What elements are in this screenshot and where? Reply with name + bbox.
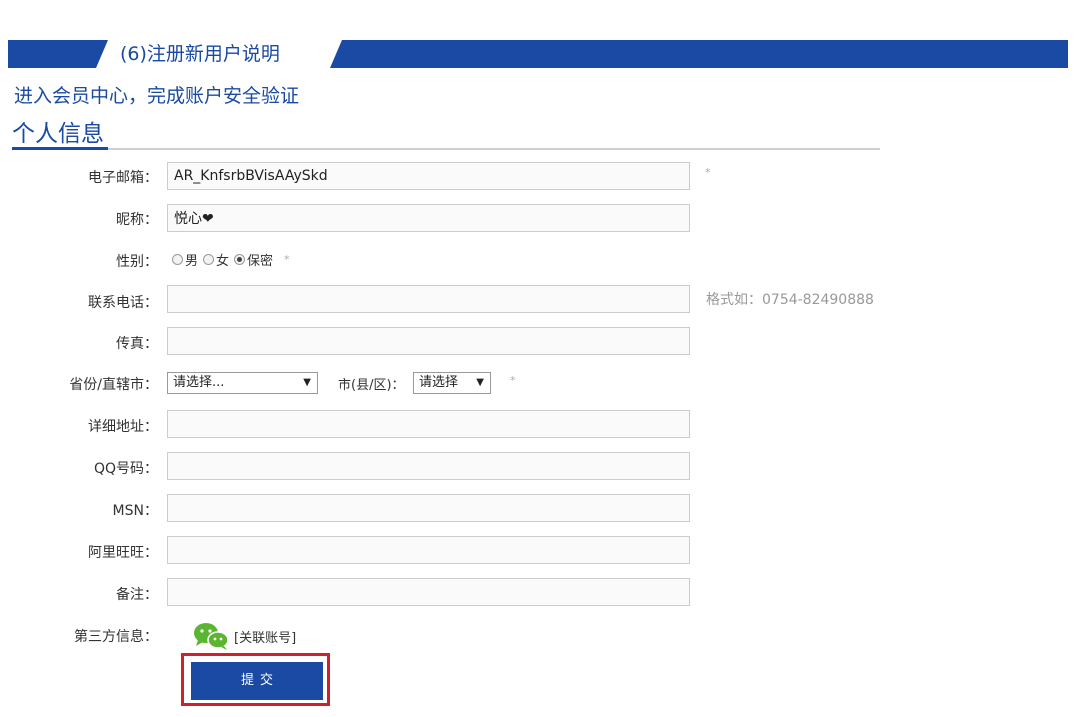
banner-title: (6)注册新用户说明 xyxy=(120,43,280,65)
qq-field[interactable] xyxy=(167,452,690,480)
gender-option-male: 男 xyxy=(185,253,199,269)
aliwangwang-label: 阿里旺旺： xyxy=(88,545,158,561)
address-label: 详细地址： xyxy=(88,419,158,435)
aliwangwang-field[interactable] xyxy=(167,536,690,564)
province-chevron-down-icon: ▼ xyxy=(303,377,311,388)
nickname-field[interactable] xyxy=(167,204,690,232)
city-select[interactable]: 请选择 ▼ xyxy=(413,372,491,394)
phone-field[interactable] xyxy=(167,285,690,313)
qq-label: QQ号码： xyxy=(93,461,158,477)
email-required-mark: * xyxy=(705,166,711,179)
nickname-label: 昵称： xyxy=(116,212,158,228)
gender-required-mark: * xyxy=(284,252,290,266)
link-account-link[interactable]: [关联账号] xyxy=(234,627,296,646)
third-party-label: 第三方信息： xyxy=(74,629,158,645)
fax-label: 传真： xyxy=(116,336,158,352)
city-selected-value: 请选择 xyxy=(419,375,459,390)
section-title: 个人信息 xyxy=(12,121,104,147)
city-chevron-down-icon: ▼ xyxy=(476,377,484,388)
province-select[interactable]: 请选择... ▼ xyxy=(167,372,318,394)
section-divider xyxy=(12,148,880,150)
gender-radio-secret[interactable] xyxy=(234,253,246,265)
gender-option-female: 女 xyxy=(216,253,230,269)
remark-label: 备注： xyxy=(116,587,158,603)
wechat-icon[interactable] xyxy=(193,621,229,651)
province-selected-value: 请选择... xyxy=(173,375,225,390)
gender-radio-group: 男 女 保密 * xyxy=(172,250,290,269)
province-label: 省份/直辖市： xyxy=(69,377,158,393)
city-label: 市(县/区)： xyxy=(338,378,405,393)
address-field[interactable] xyxy=(167,410,690,438)
gender-radio-male[interactable] xyxy=(172,253,183,265)
msn-label: MSN： xyxy=(112,503,158,519)
section-divider-accent xyxy=(12,147,108,150)
gender-option-secret: 保密 xyxy=(247,253,274,269)
gender-label: 性别： xyxy=(116,254,158,270)
email-label: 电子邮箱： xyxy=(88,170,158,186)
gender-radio-female[interactable] xyxy=(203,253,215,265)
remark-field[interactable] xyxy=(167,578,690,606)
submit-button[interactable]: 提交 xyxy=(191,662,323,700)
title-banner: (6)注册新用户说明 xyxy=(8,40,1068,68)
phone-format-hint: 格式如：0754-82490888 xyxy=(706,292,874,308)
phone-label: 联系电话： xyxy=(88,295,158,311)
city-required-mark: * xyxy=(510,374,516,387)
fax-field[interactable] xyxy=(167,327,690,355)
intro-text: 进入会员中心，完成账户安全验证 xyxy=(14,85,300,107)
msn-field[interactable] xyxy=(167,494,690,522)
email-field[interactable] xyxy=(167,162,690,190)
